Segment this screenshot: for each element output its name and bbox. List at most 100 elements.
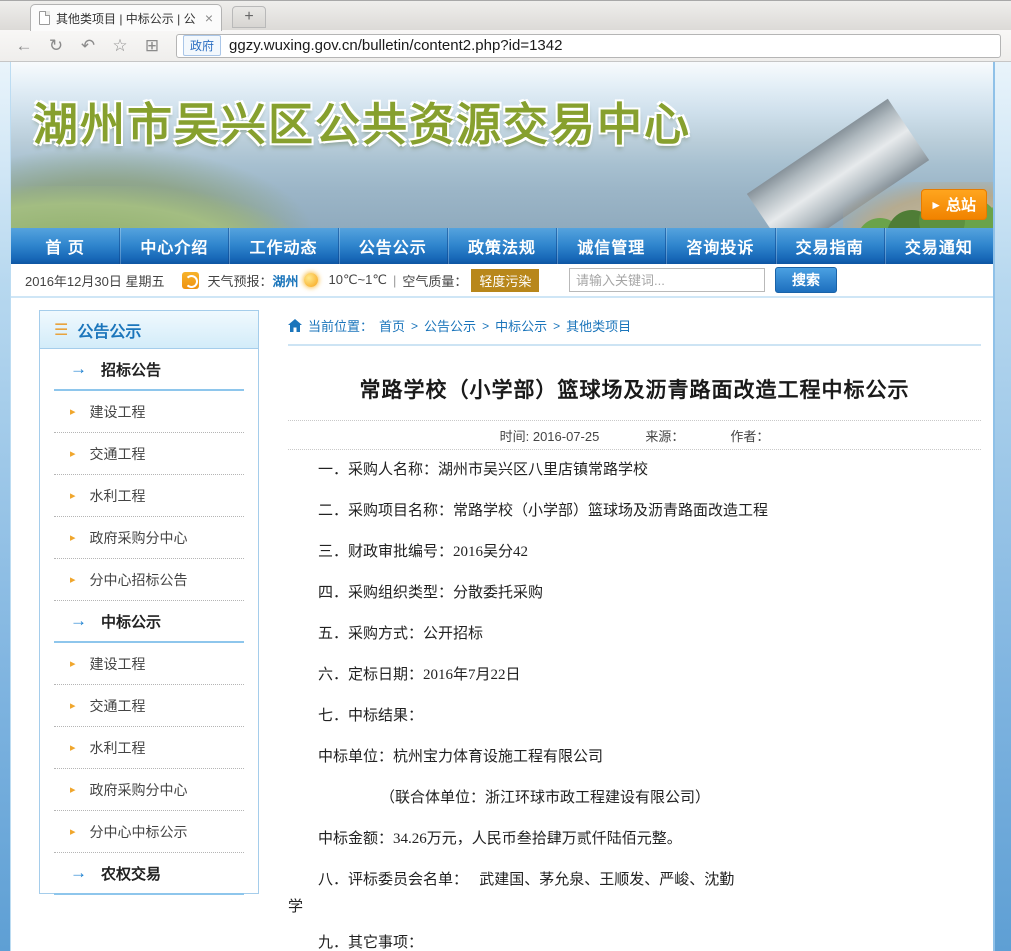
article-meta: 时间: 2016-07-25 来源： 作者：	[288, 420, 981, 450]
article-paragraph: 九．其它事项：	[288, 933, 981, 951]
main-station-label: 总站	[946, 194, 976, 215]
breadcrumb-link-winning-bids[interactable]: 中标公示	[495, 316, 547, 335]
gov-site-badge: 政府	[183, 35, 221, 56]
triangle-right-icon: ▸	[70, 699, 76, 712]
nav-item-trade-guide[interactable]: 交易指南	[775, 228, 884, 264]
site-container: 湖州市吴兴区公共资源交易中心 ► 总站 首 页 中心介绍 工作动态 公告公示 政…	[10, 62, 995, 951]
triangle-right-icon: ▸	[70, 573, 76, 586]
nav-item-consult-complaint[interactable]: 咨询投诉	[665, 228, 774, 264]
address-bar[interactable]: 政府 ggzy.wuxing.gov.cn/bulletin/content2.…	[176, 34, 1001, 58]
air-quality-label: 空气质量：	[402, 271, 467, 290]
article-source-label: 来源：	[645, 426, 684, 445]
article-paragraph: 学	[288, 897, 981, 918]
breadcrumb-link-other-projects[interactable]: 其他类项目	[566, 316, 631, 335]
triangle-right-icon: ▸	[70, 531, 76, 544]
sidebar: ☰ 公告公示 → 招标公告 ▸ 建设工程 ▸ 交通工程 ▸ 水利	[39, 310, 259, 894]
sidebar-item-transport-2[interactable]: ▸ 交通工程	[54, 685, 244, 727]
sidebar-item-bid-announcements[interactable]: → 招标公告	[54, 349, 244, 391]
article-paragraph: 中标单位：杭州宝力体育设施工程有限公司	[288, 747, 981, 768]
article-time: 时间: 2016-07-25	[500, 426, 600, 445]
content-area: 当前位置： 首页 > 公告公示 > 中标公示 > 其他类项目 常路学校（小学部）…	[259, 310, 981, 951]
article-paragraph: 七．中标结果：	[288, 706, 981, 727]
breadcrumb-separator: >	[553, 319, 560, 333]
breadcrumb-separator: >	[411, 319, 418, 333]
breadcrumb-divider	[288, 344, 981, 346]
forecast-label: 天气预报：	[207, 271, 272, 290]
tab-title: 其他类项目 | 中标公示 | 公	[56, 10, 199, 27]
nav-item-policies[interactable]: 政策法规	[447, 228, 556, 264]
back-icon[interactable]: ←	[10, 36, 38, 56]
browser-tab-bar: 其他类项目 | 中标公示 | 公 × +	[0, 0, 1011, 30]
new-tab-button[interactable]: +	[232, 6, 266, 28]
sidebar-item-subcenter-bid-announcements[interactable]: ▸ 分中心招标公告	[54, 559, 244, 601]
article-body: 一．采购人名称：湖州市吴兴区八里店镇常路学校 二．采购项目名称：常路学校（小学部…	[288, 460, 981, 951]
breadcrumb-link-announcements[interactable]: 公告公示	[424, 316, 476, 335]
sidebar-item-water[interactable]: ▸ 水利工程	[54, 475, 244, 517]
arrow-right-icon: ►	[930, 199, 942, 211]
nav-item-home[interactable]: 首 页	[11, 228, 119, 264]
air-quality-badge: 轻度污染	[471, 269, 539, 292]
main-nav: 首 页 中心介绍 工作动态 公告公示 政策法规 诚信管理 咨询投诉 交易指南 交…	[11, 228, 993, 264]
article-paragraph: 四．采购组织类型：分散委托采购	[288, 583, 981, 604]
apps-grid-icon[interactable]: ⊞	[138, 36, 166, 56]
triangle-right-icon: ▸	[70, 405, 76, 418]
nav-item-work-news[interactable]: 工作动态	[228, 228, 337, 264]
triangle-right-icon: ▸	[70, 657, 76, 670]
sidebar-list: → 招标公告 ▸ 建设工程 ▸ 交通工程 ▸ 水利工程 ▸ 政府采购分中心	[40, 349, 258, 895]
date-text: 2016年12月30日 星期五	[25, 271, 164, 290]
sidebar-item-construction-2[interactable]: ▸ 建设工程	[54, 643, 244, 685]
sidebar-header: ☰ 公告公示	[40, 311, 258, 349]
article-paragraph: 五．采购方式：公开招标	[288, 624, 981, 645]
url-text[interactable]: ggzy.wuxing.gov.cn/bulletin/content2.php…	[229, 37, 562, 54]
sidebar-item-construction[interactable]: ▸ 建设工程	[54, 391, 244, 433]
info-bar: 2016年12月30日 星期五 天气预报： 湖州 10℃~1℃ | 空气质量： …	[11, 264, 993, 298]
article-paragraph: （联合体单位：浙江环球市政工程建设有限公司）	[288, 788, 981, 809]
tab-close-icon[interactable]: ×	[205, 11, 213, 25]
bookmark-star-icon[interactable]: ☆	[106, 36, 134, 56]
search-input[interactable]	[569, 268, 765, 292]
breadcrumb-link-home[interactable]: 首页	[379, 316, 405, 335]
arrow-right-icon: →	[70, 863, 87, 883]
sidebar-item-gov-procurement[interactable]: ▸ 政府采购分中心	[54, 517, 244, 559]
breadcrumb: 当前位置： 首页 > 公告公示 > 中标公示 > 其他类项目	[288, 310, 981, 335]
sidebar-title: 公告公示	[77, 318, 141, 342]
reload-icon[interactable]: ↻	[42, 36, 70, 56]
undo-icon[interactable]: ↶	[74, 36, 102, 56]
sidebar-item-winning-bid-publicity[interactable]: → 中标公示	[54, 601, 244, 643]
main-station-button[interactable]: ► 总站	[921, 189, 987, 220]
weather-logo-icon	[182, 272, 199, 289]
sidebar-item-transport[interactable]: ▸ 交通工程	[54, 433, 244, 475]
article-paragraph: 一．采购人名称：湖州市吴兴区八里店镇常路学校	[288, 460, 981, 481]
triangle-right-icon: ▸	[70, 741, 76, 754]
breadcrumb-prefix: 当前位置：	[308, 316, 373, 335]
sidebar-item-rural-rights-trading[interactable]: → 农权交易	[54, 853, 244, 895]
city-link[interactable]: 湖州	[272, 271, 298, 290]
nav-item-integrity[interactable]: 诚信管理	[556, 228, 665, 264]
browser-tab[interactable]: 其他类项目 | 中标公示 | 公 ×	[30, 4, 222, 31]
triangle-right-icon: ▸	[70, 783, 76, 796]
temperature-text: 10℃~1℃	[328, 272, 386, 288]
arrow-right-icon: →	[70, 359, 87, 379]
triangle-right-icon: ▸	[70, 447, 76, 460]
site-banner: 湖州市吴兴区公共资源交易中心 ► 总站	[11, 62, 993, 228]
search-button[interactable]: 搜索	[775, 267, 837, 293]
sidebar-item-gov-procurement-2[interactable]: ▸ 政府采购分中心	[54, 769, 244, 811]
triangle-right-icon: ▸	[70, 825, 76, 838]
main-area: ☰ 公告公示 → 招标公告 ▸ 建设工程 ▸ 交通工程 ▸ 水利	[11, 298, 993, 951]
site-title: 湖州市吴兴区公共资源交易中心	[33, 88, 691, 153]
search-area: 搜索	[569, 267, 979, 293]
nav-item-announcements[interactable]: 公告公示	[338, 228, 447, 264]
home-icon	[288, 319, 302, 332]
browser-toolbar: ← ↻ ↶ ☆ ⊞ 政府 ggzy.wuxing.gov.cn/bulletin…	[0, 30, 1011, 62]
article-author-label: 作者：	[730, 426, 769, 445]
page-icon	[39, 11, 50, 25]
article-paragraph: 三．财政审批编号：2016吴分42	[288, 542, 981, 563]
article-title: 常路学校（小学部）篮球场及沥青路面改造工程中标公示	[288, 374, 981, 404]
sidebar-item-subcenter-winning-bids[interactable]: ▸ 分中心中标公示	[54, 811, 244, 853]
sidebar-item-water-2[interactable]: ▸ 水利工程	[54, 727, 244, 769]
divider: |	[393, 273, 396, 288]
sun-weather-icon	[304, 273, 318, 287]
nav-item-trade-notice[interactable]: 交易通知	[884, 228, 993, 264]
triangle-right-icon: ▸	[70, 489, 76, 502]
nav-item-center-intro[interactable]: 中心介绍	[119, 228, 228, 264]
